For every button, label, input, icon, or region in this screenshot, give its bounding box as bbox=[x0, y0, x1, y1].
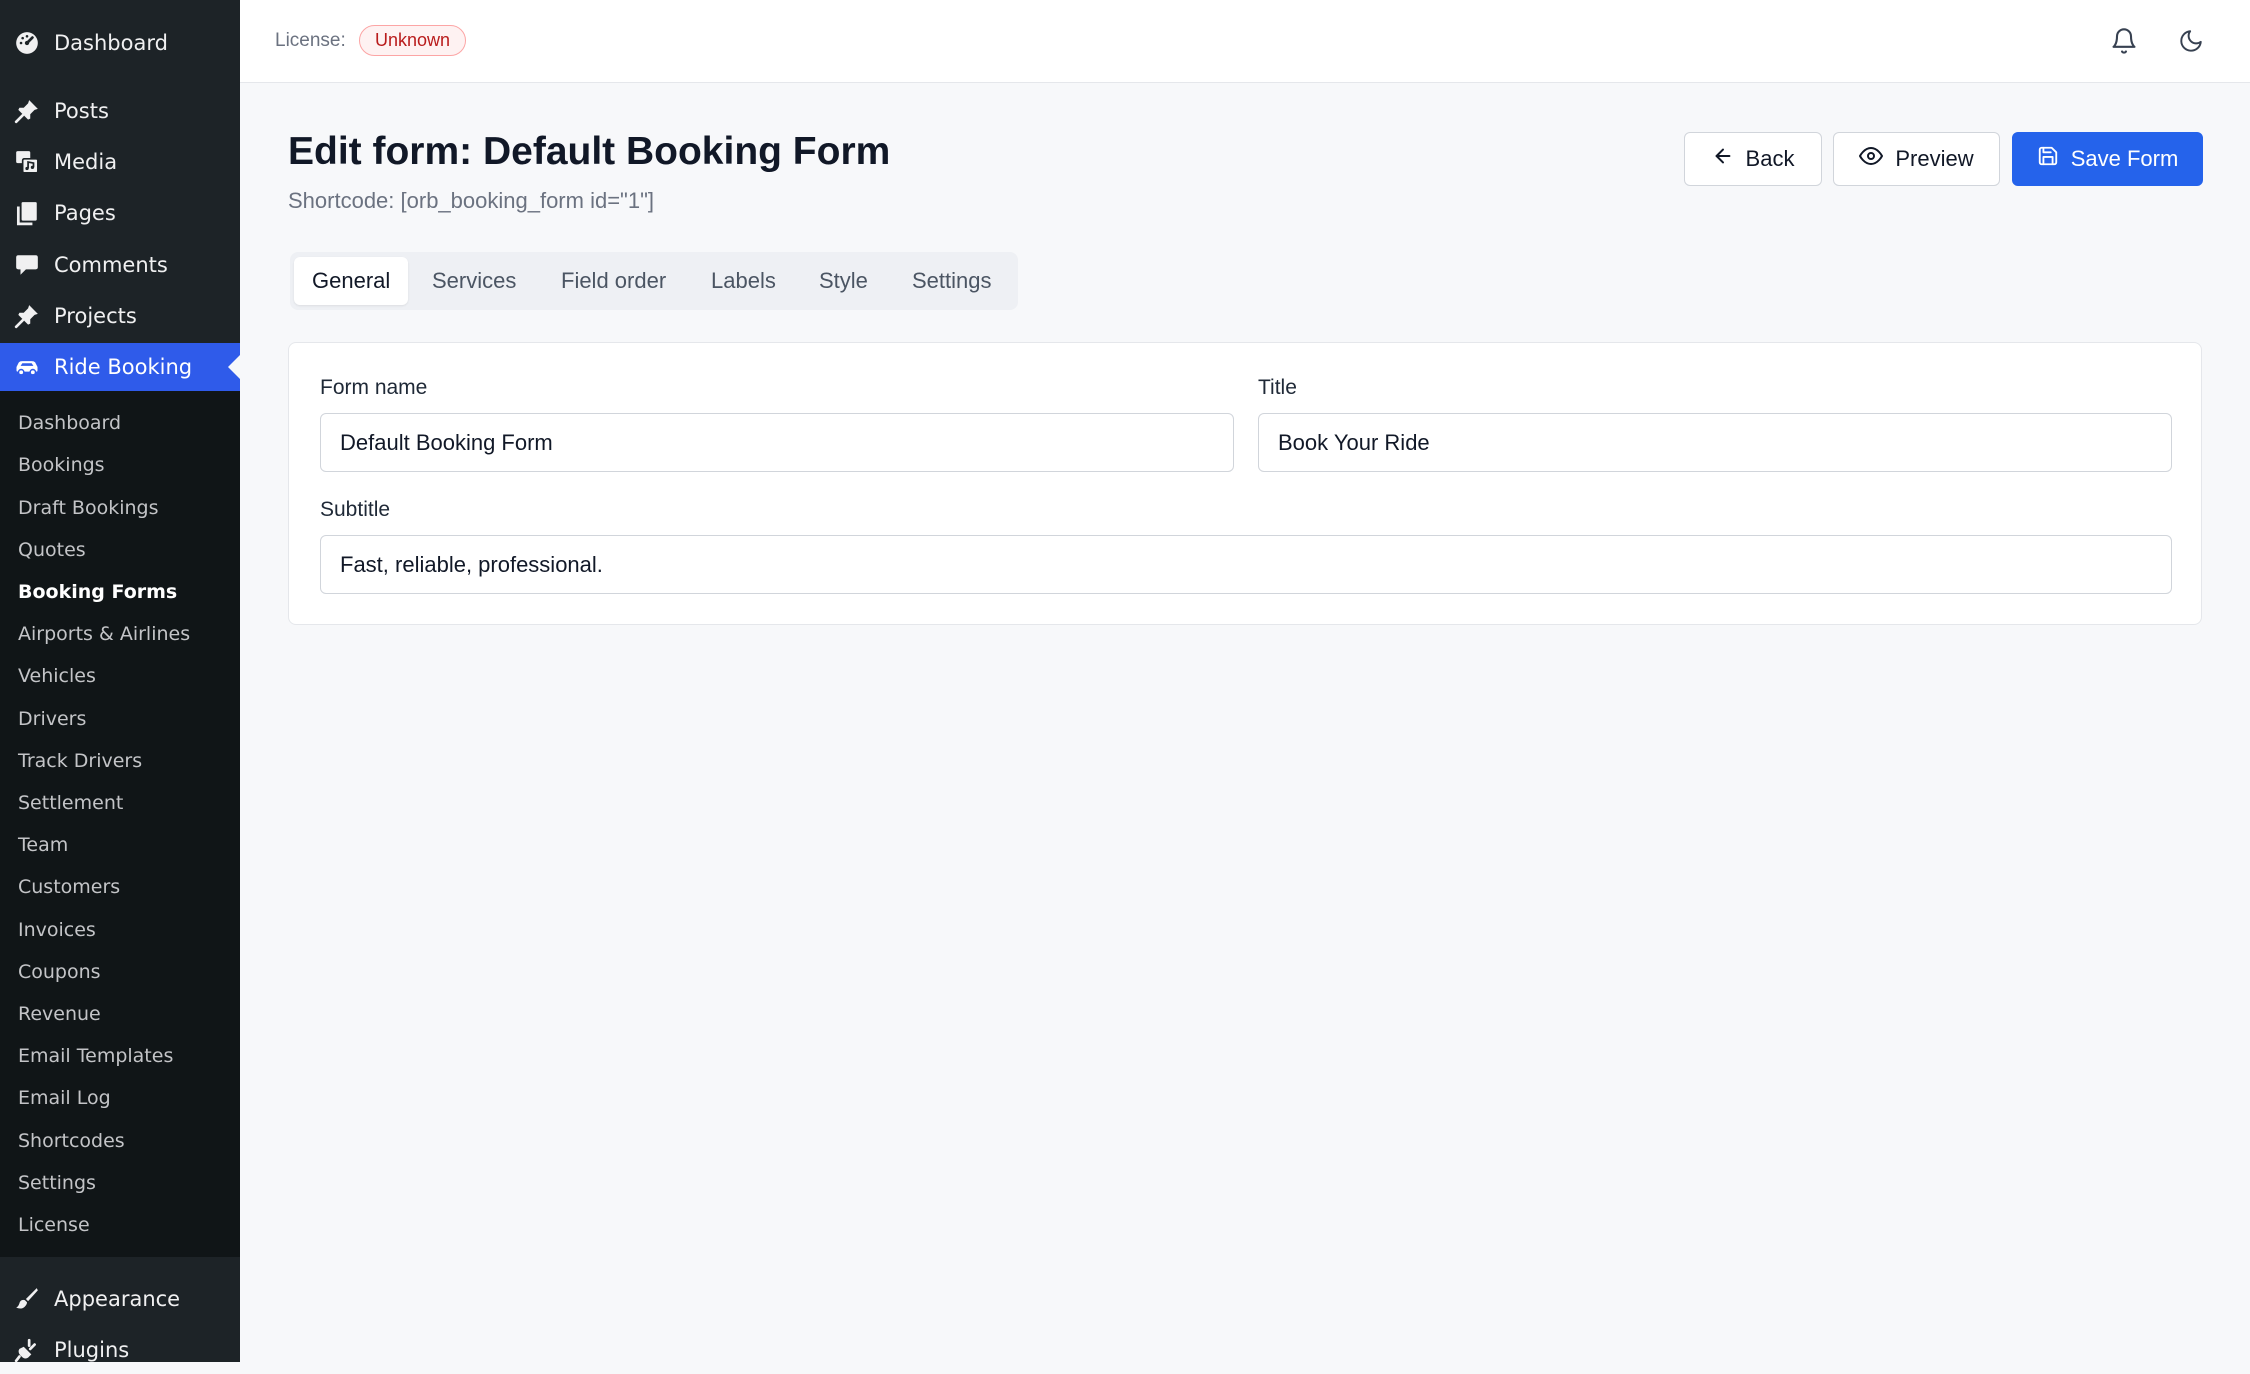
subtitle-input[interactable] bbox=[320, 535, 2172, 594]
arrow-left-icon bbox=[1712, 145, 1734, 173]
page-title: Edit form: Default Booking Form bbox=[288, 130, 891, 173]
submenu-item-revenue[interactable]: Revenue bbox=[18, 1003, 101, 1025]
menu-item-label: Pages bbox=[54, 201, 116, 225]
menu-item-projects[interactable]: Projects bbox=[0, 292, 240, 340]
comment-icon bbox=[12, 250, 42, 280]
menu-item-posts[interactable]: Posts bbox=[0, 87, 240, 135]
back-button-label: Back bbox=[1745, 146, 1795, 171]
submenu-item-vehicles[interactable]: Vehicles bbox=[18, 665, 96, 687]
pin-icon bbox=[12, 301, 42, 331]
tab-settings[interactable]: Settings bbox=[912, 257, 992, 305]
menu-item-plugins[interactable]: Plugins bbox=[0, 1326, 240, 1374]
menu-item-label: Posts bbox=[54, 99, 109, 123]
submenu-item-email-log[interactable]: Email Log bbox=[18, 1087, 111, 1109]
menu-item-label: Ride Booking bbox=[54, 355, 193, 379]
submenu-item-email-templates[interactable]: Email Templates bbox=[18, 1045, 173, 1067]
submenu-item-airports-airlines[interactable]: Airports & Airlines bbox=[18, 623, 190, 645]
car-icon bbox=[12, 352, 42, 382]
menu-item-label: Dashboard bbox=[54, 31, 168, 55]
submenu-item-booking-forms[interactable]: Booking Forms bbox=[18, 581, 177, 603]
submenu-item-quotes[interactable]: Quotes bbox=[18, 539, 86, 561]
license-status-badge: Unknown bbox=[359, 25, 467, 56]
menu-item-appearance[interactable]: Appearance bbox=[0, 1275, 240, 1323]
general-settings-card: Form name Title Subtitle bbox=[288, 342, 2202, 625]
tab-labels[interactable]: Labels bbox=[711, 257, 776, 305]
tab-general[interactable]: General bbox=[294, 257, 409, 305]
subtitle-label: Subtitle bbox=[320, 498, 391, 521]
ride-booking-submenu: Dashboard Bookings Draft Bookings Quotes… bbox=[0, 391, 240, 1257]
submenu-item-customers[interactable]: Customers bbox=[18, 876, 120, 898]
bell-icon[interactable] bbox=[2107, 24, 2141, 58]
preview-button[interactable]: Preview bbox=[1833, 132, 2000, 186]
top-bar: License: Unknown bbox=[240, 0, 2250, 83]
eye-icon bbox=[1859, 144, 1884, 174]
menu-item-comments[interactable]: Comments bbox=[0, 241, 240, 289]
pages-icon bbox=[12, 198, 42, 228]
pin-icon bbox=[12, 96, 42, 126]
submenu-item-license[interactable]: License bbox=[18, 1214, 90, 1236]
save-icon bbox=[2037, 145, 2059, 173]
submenu-item-coupons[interactable]: Coupons bbox=[18, 961, 101, 983]
title-input[interactable] bbox=[1258, 413, 2172, 472]
tab-field-order[interactable]: Field order bbox=[561, 257, 666, 305]
tab-services[interactable]: Services bbox=[432, 257, 516, 305]
preview-button-label: Preview bbox=[1895, 146, 1974, 171]
plugin-icon bbox=[12, 1335, 42, 1365]
submenu-item-settings[interactable]: Settings bbox=[18, 1172, 96, 1194]
admin-sidebar: Dashboard Posts Media Pages Comments Pro… bbox=[0, 0, 240, 1363]
dashboard-icon bbox=[12, 28, 42, 58]
menu-item-label: Projects bbox=[54, 304, 137, 328]
active-menu-arrow bbox=[228, 355, 240, 379]
moon-icon[interactable] bbox=[2174, 24, 2208, 58]
tab-style[interactable]: Style bbox=[819, 257, 868, 305]
form-name-input[interactable] bbox=[320, 413, 1234, 472]
menu-item-label: Comments bbox=[54, 253, 168, 277]
media-icon bbox=[12, 147, 42, 177]
brush-icon bbox=[12, 1284, 42, 1314]
submenu-item-team[interactable]: Team bbox=[18, 834, 68, 856]
menu-item-dashboard[interactable]: Dashboard bbox=[0, 19, 240, 67]
menu-item-label: Plugins bbox=[54, 1338, 130, 1362]
submenu-item-draft-bookings[interactable]: Draft Bookings bbox=[18, 497, 159, 519]
menu-item-pages[interactable]: Pages bbox=[0, 189, 240, 237]
submenu-item-bookings[interactable]: Bookings bbox=[18, 454, 105, 476]
title-label: Title bbox=[1258, 376, 1297, 399]
menu-item-label: Appearance bbox=[54, 1287, 181, 1311]
back-button[interactable]: Back bbox=[1684, 132, 1822, 186]
submenu-item-shortcodes[interactable]: Shortcodes bbox=[18, 1130, 125, 1152]
form-name-label: Form name bbox=[320, 376, 428, 399]
submenu-item-invoices[interactable]: Invoices bbox=[18, 919, 96, 941]
menu-item-media[interactable]: Media bbox=[0, 138, 240, 186]
save-form-button-label: Save Form bbox=[2070, 146, 2179, 171]
license-label: License: bbox=[275, 30, 346, 51]
menu-item-ride-booking[interactable]: Ride Booking bbox=[0, 343, 240, 391]
submenu-item-dashboard[interactable]: Dashboard bbox=[18, 412, 121, 434]
shortcode-text: Shortcode: [orb_booking_form id="1"] bbox=[288, 188, 655, 213]
form-tabs: General Services Field order Labels Styl… bbox=[290, 252, 1018, 310]
submenu-item-track-drivers[interactable]: Track Drivers bbox=[18, 750, 142, 772]
submenu-item-settlement[interactable]: Settlement bbox=[18, 792, 123, 814]
menu-item-label: Media bbox=[54, 150, 118, 174]
submenu-item-drivers[interactable]: Drivers bbox=[18, 708, 86, 730]
save-form-button[interactable]: Save Form bbox=[2012, 132, 2203, 186]
